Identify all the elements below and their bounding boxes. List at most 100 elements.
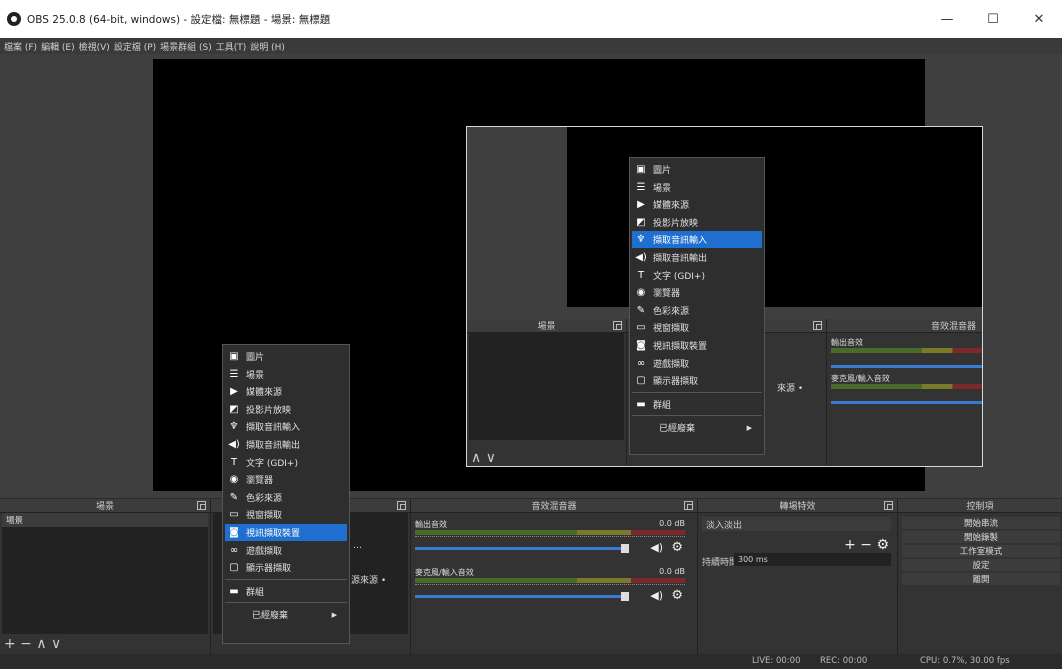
inset-context-menu-item: T 文字 (GDI+) <box>632 267 762 284</box>
mixer-channel-db: 0.0 dB <box>659 567 685 576</box>
menu-profile[interactable]: 設定檔 (P) <box>114 40 156 53</box>
inset-context-menu-item: ▣ 圖片 <box>632 161 762 178</box>
volume-meter <box>415 530 685 535</box>
context-menu-item[interactable]: ▢ 顯示器擷取 <box>225 559 347 576</box>
microphone-icon: ♆ <box>636 234 646 246</box>
inset-context-menu-item-label: 場景 <box>653 183 672 194</box>
live-status: LIVE: 00:00 <box>752 656 801 666</box>
text-icon: T <box>230 456 238 468</box>
text-icon: T <box>637 269 645 281</box>
close-button[interactable]: ✕ <box>1016 0 1062 38</box>
scene-item[interactable]: 場景 <box>2 513 208 527</box>
menu-view[interactable]: 檢視(V) <box>79 40 110 53</box>
start-recording-button[interactable]: 開始錄製 <box>902 531 1060 543</box>
speaker-icon[interactable]: ◀) <box>650 541 663 554</box>
inset-mixer-dock: 音效混音器 輸出音效 麥克風/輸入音效 <box>827 319 982 466</box>
studio-mode-button[interactable]: 工作室模式 <box>902 545 1060 557</box>
context-menu-item[interactable]: ✎ 色彩來源 <box>225 489 347 506</box>
transition-select[interactable]: 淡入淡出 <box>702 517 891 531</box>
context-menu-item[interactable]: ♆ 擷取音訊輸入 <box>225 418 347 435</box>
context-menu-item[interactable]: 已經廢棄 ▶ <box>225 606 347 623</box>
minimize-button[interactable]: — <box>924 0 970 38</box>
inset-context-menu-item: ◩ 投影片放映 <box>632 214 762 231</box>
inset-volume-meter <box>831 384 982 389</box>
menu-edit[interactable]: 編輯 (E) <box>41 40 75 53</box>
inset-context-menu-item-label: 視訊擷取裝置 <box>653 342 708 352</box>
brush-icon: ✎ <box>636 304 646 316</box>
inset-context-menu-item: ♆ 擷取音訊輸入 <box>632 231 762 249</box>
inset-context-menu: ▣ 圖片 ☰ 場景 ▶ 媒體來源 ◩ 投影片放映 ♆ 擷取音訊輸入 ◀) 擷取音訊輸出 T 文字 (GDI… <box>629 157 765 455</box>
inset-context-menu-item-label: 投影片放映 <box>653 218 699 229</box>
duration-input[interactable]: 300 ms <box>734 553 891 566</box>
volume-slider[interactable] <box>415 595 629 598</box>
context-menu-item[interactable]: T 文字 (GDI+) <box>225 454 347 471</box>
context-menu-item[interactable]: ▬ 群組 <box>225 583 347 600</box>
context-menu-item-label: 已經廢棄 <box>252 611 289 622</box>
context-menu-item-label: 媒體來源 <box>246 388 283 399</box>
exit-button[interactable]: 離開 <box>902 573 1060 585</box>
mixer-channel-name: 麥克風/輸入音效 <box>415 568 474 577</box>
context-menu-item-label: 擷取音訊輸入 <box>246 423 301 434</box>
inset-scenes-toolbar: ∧ ∨ <box>471 450 496 466</box>
settings-button[interactable]: 設定 <box>902 559 1060 571</box>
inset-context-menu-item-label: 瀏覽器 <box>653 289 681 300</box>
start-streaming-button[interactable]: 開始串流 <box>902 517 1060 529</box>
maximize-button[interactable]: ☐ <box>970 0 1016 38</box>
float-dock-icon[interactable] <box>684 501 693 510</box>
context-menu-item[interactable]: ▣ 圖片 <box>225 348 347 365</box>
inset-mixer-title: 音效混音器 <box>931 322 977 332</box>
context-menu-item[interactable]: ◉ 瀏覽器 <box>225 471 347 488</box>
float-dock-icon[interactable] <box>884 501 893 510</box>
inset-scenes-header: 場景 <box>467 319 626 333</box>
context-menu-item[interactable]: ▭ 視窗擷取 <box>225 506 347 523</box>
camera-icon: ◙ <box>636 340 646 351</box>
gear-icon[interactable]: ⚙ <box>671 588 683 603</box>
scene-list: 場景 <box>2 513 208 634</box>
globe-icon: ◉ <box>229 474 239 486</box>
inset-mixer-header: 音效混音器 <box>827 319 982 333</box>
context-menu-item[interactable]: ◩ 投影片放映 <box>225 401 347 418</box>
scenes-dock: 場景 場景 + − ∧ ∨ <box>0 499 211 654</box>
context-menu-item[interactable]: ◀) 擷取音訊輸出 <box>225 436 347 453</box>
float-dock-icon[interactable] <box>197 501 206 510</box>
source-partial-text: … <box>353 541 362 551</box>
inset-context-menu-item: ◀) 擷取音訊輸出 <box>632 249 762 266</box>
speaker-icon: ◀) <box>635 252 647 263</box>
inset-context-menu-item-label: 遊戲擷取 <box>653 359 690 370</box>
play-icon: ▶ <box>230 386 238 398</box>
context-menu-item[interactable]: ◙ 視訊擷取裝置 <box>225 524 347 541</box>
context-menu-item-label: 色彩來源 <box>246 493 283 504</box>
inset-context-menu-item-label: 視窗擷取 <box>653 324 690 335</box>
inset-context-menu-item-label: 色彩來源 <box>653 306 690 317</box>
context-menu-item-label: 擷取音訊輸出 <box>246 441 301 451</box>
menu-file[interactable]: 檔案 (F) <box>4 40 37 53</box>
context-menu-item[interactable]: ▶ 媒體來源 <box>225 383 347 400</box>
rec-status: REC: 00:00 <box>820 656 868 666</box>
list-icon: ☰ <box>229 368 239 380</box>
chevron-right-icon: ▶ <box>331 610 337 619</box>
slideshow-icon: ◩ <box>636 216 646 228</box>
scenes-toolbar[interactable]: + − ∧ ∨ <box>4 636 61 652</box>
context-menu-item[interactable]: ∞ 遊戲擷取 <box>225 542 347 559</box>
context-menu-item[interactable]: ☰ 場景 <box>225 366 347 383</box>
mixer-channel-name: 輸出音效 <box>415 520 447 529</box>
window-controls: — ☐ ✕ <box>924 0 1062 38</box>
menu-tools[interactable]: 工具(T) <box>216 40 247 53</box>
slideshow-icon: ◩ <box>229 403 239 415</box>
context-menu-item-label: 圖片 <box>246 353 265 363</box>
inset-context-menu-item: ▢ 顯示器擷取 <box>632 372 762 389</box>
menu-separator <box>632 415 762 417</box>
volume-slider-handle[interactable] <box>621 592 629 601</box>
speaker-icon[interactable]: ◀) <box>650 589 663 602</box>
menu-help[interactable]: 說明 (H) <box>250 40 285 53</box>
inset-scenes-title: 場景 <box>537 322 556 332</box>
context-menu-item-label: 場景 <box>246 370 265 381</box>
transition-tools[interactable]: + − ⚙ <box>844 537 889 553</box>
gear-icon[interactable]: ⚙ <box>671 540 683 555</box>
inset-context-menu-item-label: 已經廢棄 <box>659 424 696 435</box>
volume-slider-handle[interactable] <box>621 544 629 553</box>
menu-scene-collection[interactable]: 場景群組 (S) <box>160 40 212 53</box>
volume-slider[interactable] <box>415 547 629 550</box>
float-dock-icon[interactable] <box>397 501 406 510</box>
context-menu-item-label: 顯示器擷取 <box>246 564 292 575</box>
